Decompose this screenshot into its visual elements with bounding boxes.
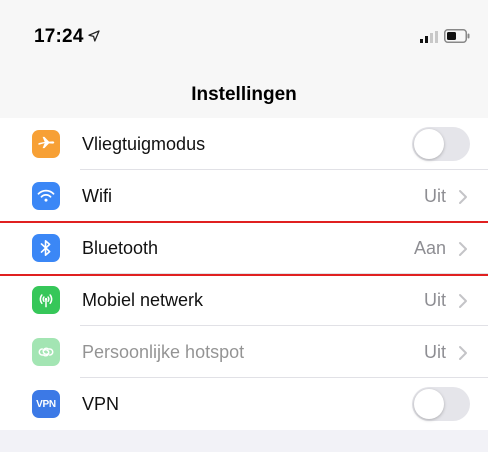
- antenna-icon: [32, 286, 60, 314]
- row-value: Uit: [424, 186, 446, 206]
- annotation-line-top: [0, 221, 488, 223]
- settings-row-personal-hotspot[interactable]: Persoonlijke hotspot Uit: [0, 326, 488, 378]
- annotation-line-bottom: [0, 274, 488, 276]
- toggle-knob: [414, 129, 444, 159]
- chevron-right-icon: [459, 242, 467, 256]
- settings-row-mobile-network[interactable]: Mobiel netwerk Uit: [0, 274, 488, 326]
- page-title: Instellingen: [191, 84, 297, 105]
- row-label: Bluetooth: [82, 238, 159, 258]
- battery-icon: [444, 29, 470, 43]
- row-label: Persoonlijke hotspot: [82, 342, 245, 362]
- bluetooth-icon: [32, 234, 60, 262]
- settings-row-vpn[interactable]: VPN VPN: [0, 378, 488, 430]
- hotspot-icon: [32, 338, 60, 366]
- nav-bar: Instellingen: [0, 70, 488, 119]
- chevron-right-icon: [459, 294, 467, 308]
- toggle-knob: [414, 389, 444, 419]
- row-value: Aan: [413, 238, 446, 258]
- row-label: Vliegtuigmodus: [82, 134, 206, 154]
- airplane-icon: [32, 130, 60, 158]
- row-label: Mobiel netwerk: [82, 290, 204, 310]
- settings-row-wifi[interactable]: Wifi Uit: [0, 170, 488, 222]
- chevron-right-icon: [459, 346, 467, 360]
- chevron-right-icon: [459, 190, 467, 204]
- vpn-toggle[interactable]: [412, 387, 470, 421]
- status-bar: 17:24: [0, 0, 488, 70]
- settings-row-bluetooth[interactable]: Bluetooth Aan: [0, 222, 488, 274]
- status-time: 17:24: [34, 26, 84, 47]
- cellular-signal-icon: [420, 31, 438, 43]
- row-label: Wifi: [82, 186, 112, 206]
- settings-row-airplane-mode[interactable]: Vliegtuigmodus: [0, 118, 488, 170]
- row-label: VPN: [82, 394, 120, 414]
- row-value: Uit: [424, 342, 446, 362]
- location-arrow-icon: [88, 30, 100, 42]
- wifi-icon: [32, 182, 60, 210]
- vpn-icon: VPN: [32, 390, 60, 418]
- vpn-icon-text: VPN: [36, 398, 56, 410]
- airplane-mode-toggle[interactable]: [412, 127, 470, 161]
- row-value: Uit: [424, 290, 446, 310]
